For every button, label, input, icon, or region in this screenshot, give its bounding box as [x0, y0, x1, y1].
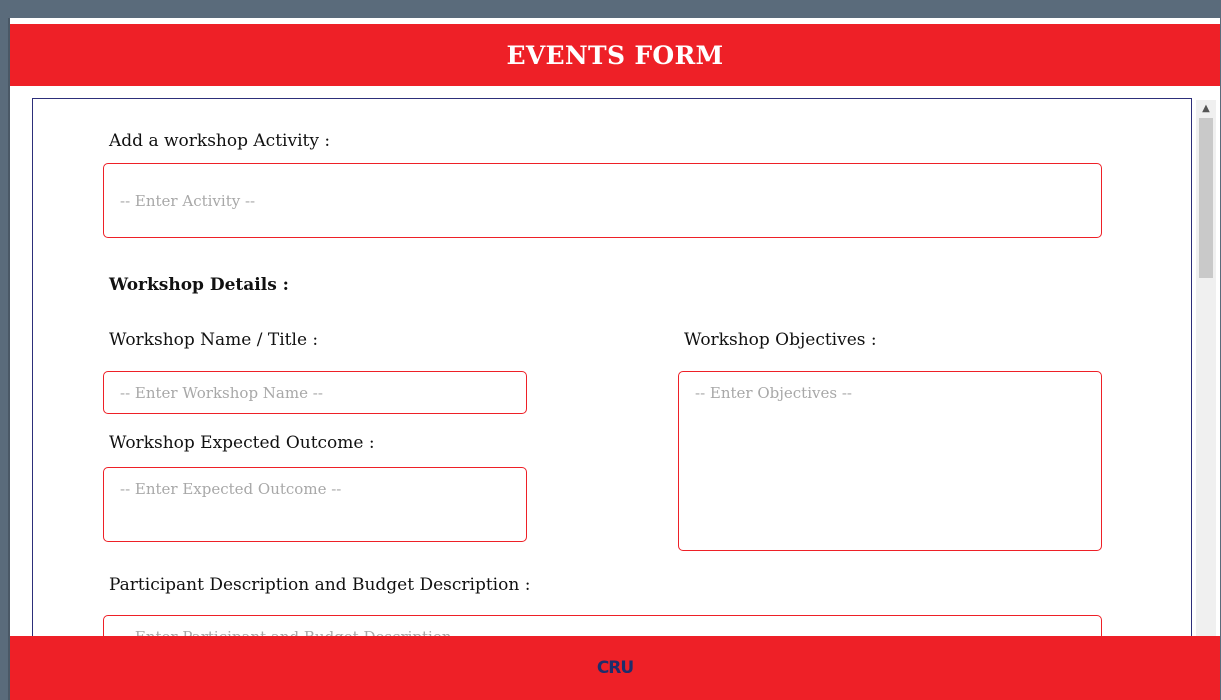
footer-bar: CRU [10, 636, 1220, 700]
scroll-up-icon[interactable]: ▲ [1196, 100, 1216, 116]
page-title: EVENTS FORM [506, 40, 724, 70]
logo-text: CRU [596, 658, 634, 678]
workshop-name-input[interactable] [103, 371, 527, 414]
expected-outcome-label: Workshop Expected Outcome : [109, 433, 375, 453]
cru-logo: CRU [596, 657, 634, 679]
expected-outcome-textarea[interactable] [103, 467, 527, 542]
workshop-objectives-label: Workshop Objectives : [684, 330, 877, 350]
activity-label: Add a workshop Activity : [109, 131, 331, 151]
vertical-scrollbar[interactable]: ▲ [1196, 100, 1216, 660]
workshop-details-heading: Workshop Details : [109, 275, 289, 295]
workshop-objectives-textarea[interactable] [678, 371, 1102, 551]
header-bar: EVENTS FORM [10, 24, 1220, 86]
app-window: EVENTS FORM Add a workshop Activity : Wo… [8, 18, 1220, 700]
workshop-name-label: Workshop Name / Title : [109, 330, 319, 350]
activity-input[interactable] [103, 163, 1102, 238]
participant-budget-label: Participant Description and Budget Descr… [109, 575, 531, 595]
scroll-thumb[interactable] [1199, 118, 1213, 278]
form-container: Add a workshop Activity : Workshop Detai… [32, 98, 1192, 659]
